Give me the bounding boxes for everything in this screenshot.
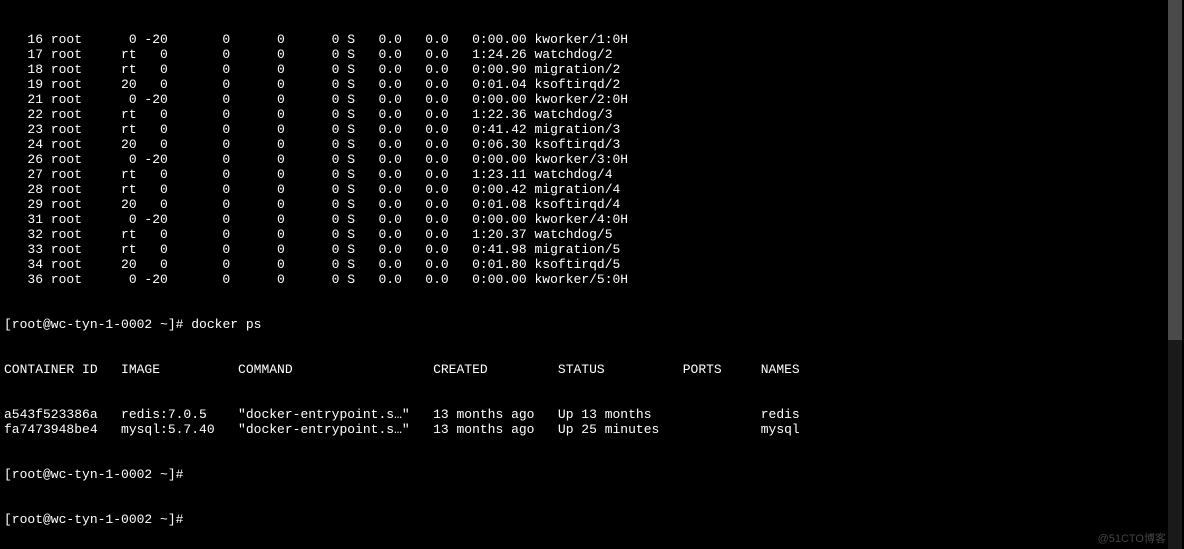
- process-row: 33 root rt 0 0 0 0 S 0.0 0.0 0:41.98 mig…: [4, 242, 1180, 257]
- process-row: 19 root 20 0 0 0 0 S 0.0 0.0 0:01.04 kso…: [4, 77, 1180, 92]
- process-row: 26 root 0 -20 0 0 0 S 0.0 0.0 0:00.00 kw…: [4, 152, 1180, 167]
- terminal-output[interactable]: 16 root 0 -20 0 0 0 S 0.0 0.0 0:00.00 kw…: [0, 0, 1184, 549]
- process-row: 32 root rt 0 0 0 0 S 0.0 0.0 1:20.37 wat…: [4, 227, 1180, 242]
- prompt-line: [root@wc-tyn-1-0002 ~]#: [4, 512, 1180, 527]
- prompt-line: [root@wc-tyn-1-0002 ~]# docker ps: [4, 317, 1180, 332]
- process-row: 34 root 20 0 0 0 0 S 0.0 0.0 0:01.80 kso…: [4, 257, 1180, 272]
- process-row: 29 root 20 0 0 0 0 S 0.0 0.0 0:01.08 kso…: [4, 197, 1180, 212]
- process-row: 17 root rt 0 0 0 0 S 0.0 0.0 1:24.26 wat…: [4, 47, 1180, 62]
- process-row: 23 root rt 0 0 0 0 S 0.0 0.0 0:41.42 mig…: [4, 122, 1180, 137]
- process-row: 22 root rt 0 0 0 0 S 0.0 0.0 1:22.36 wat…: [4, 107, 1180, 122]
- process-row: 21 root 0 -20 0 0 0 S 0.0 0.0 0:00.00 kw…: [4, 92, 1180, 107]
- docker-ps-row: fa7473948be4 mysql:5.7.40 "docker-entryp…: [4, 422, 1180, 437]
- process-row: 18 root rt 0 0 0 0 S 0.0 0.0 0:00.90 mig…: [4, 62, 1180, 77]
- scrollbar-thumb[interactable]: [1168, 0, 1182, 340]
- prompt-line: [root@wc-tyn-1-0002 ~]#: [4, 467, 1180, 482]
- docker-ps-rows: a543f523386a redis:7.0.5 "docker-entrypo…: [4, 407, 1180, 437]
- top-process-list: 16 root 0 -20 0 0 0 S 0.0 0.0 0:00.00 kw…: [4, 32, 1180, 287]
- process-row: 31 root 0 -20 0 0 0 S 0.0 0.0 0:00.00 kw…: [4, 212, 1180, 227]
- process-row: 24 root 20 0 0 0 0 S 0.0 0.0 0:06.30 kso…: [4, 137, 1180, 152]
- process-row: 27 root rt 0 0 0 0 S 0.0 0.0 1:23.11 wat…: [4, 167, 1180, 182]
- docker-ps-row: a543f523386a redis:7.0.5 "docker-entrypo…: [4, 407, 1180, 422]
- process-row: 16 root 0 -20 0 0 0 S 0.0 0.0 0:00.00 kw…: [4, 32, 1180, 47]
- watermark: @51CTO博客: [1098, 532, 1166, 547]
- process-row: 36 root 0 -20 0 0 0 S 0.0 0.0 0:00.00 kw…: [4, 272, 1180, 287]
- process-row: 28 root rt 0 0 0 0 S 0.0 0.0 0:00.42 mig…: [4, 182, 1180, 197]
- docker-ps-header: CONTAINER ID IMAGE COMMAND CREATED STATU…: [4, 362, 1180, 377]
